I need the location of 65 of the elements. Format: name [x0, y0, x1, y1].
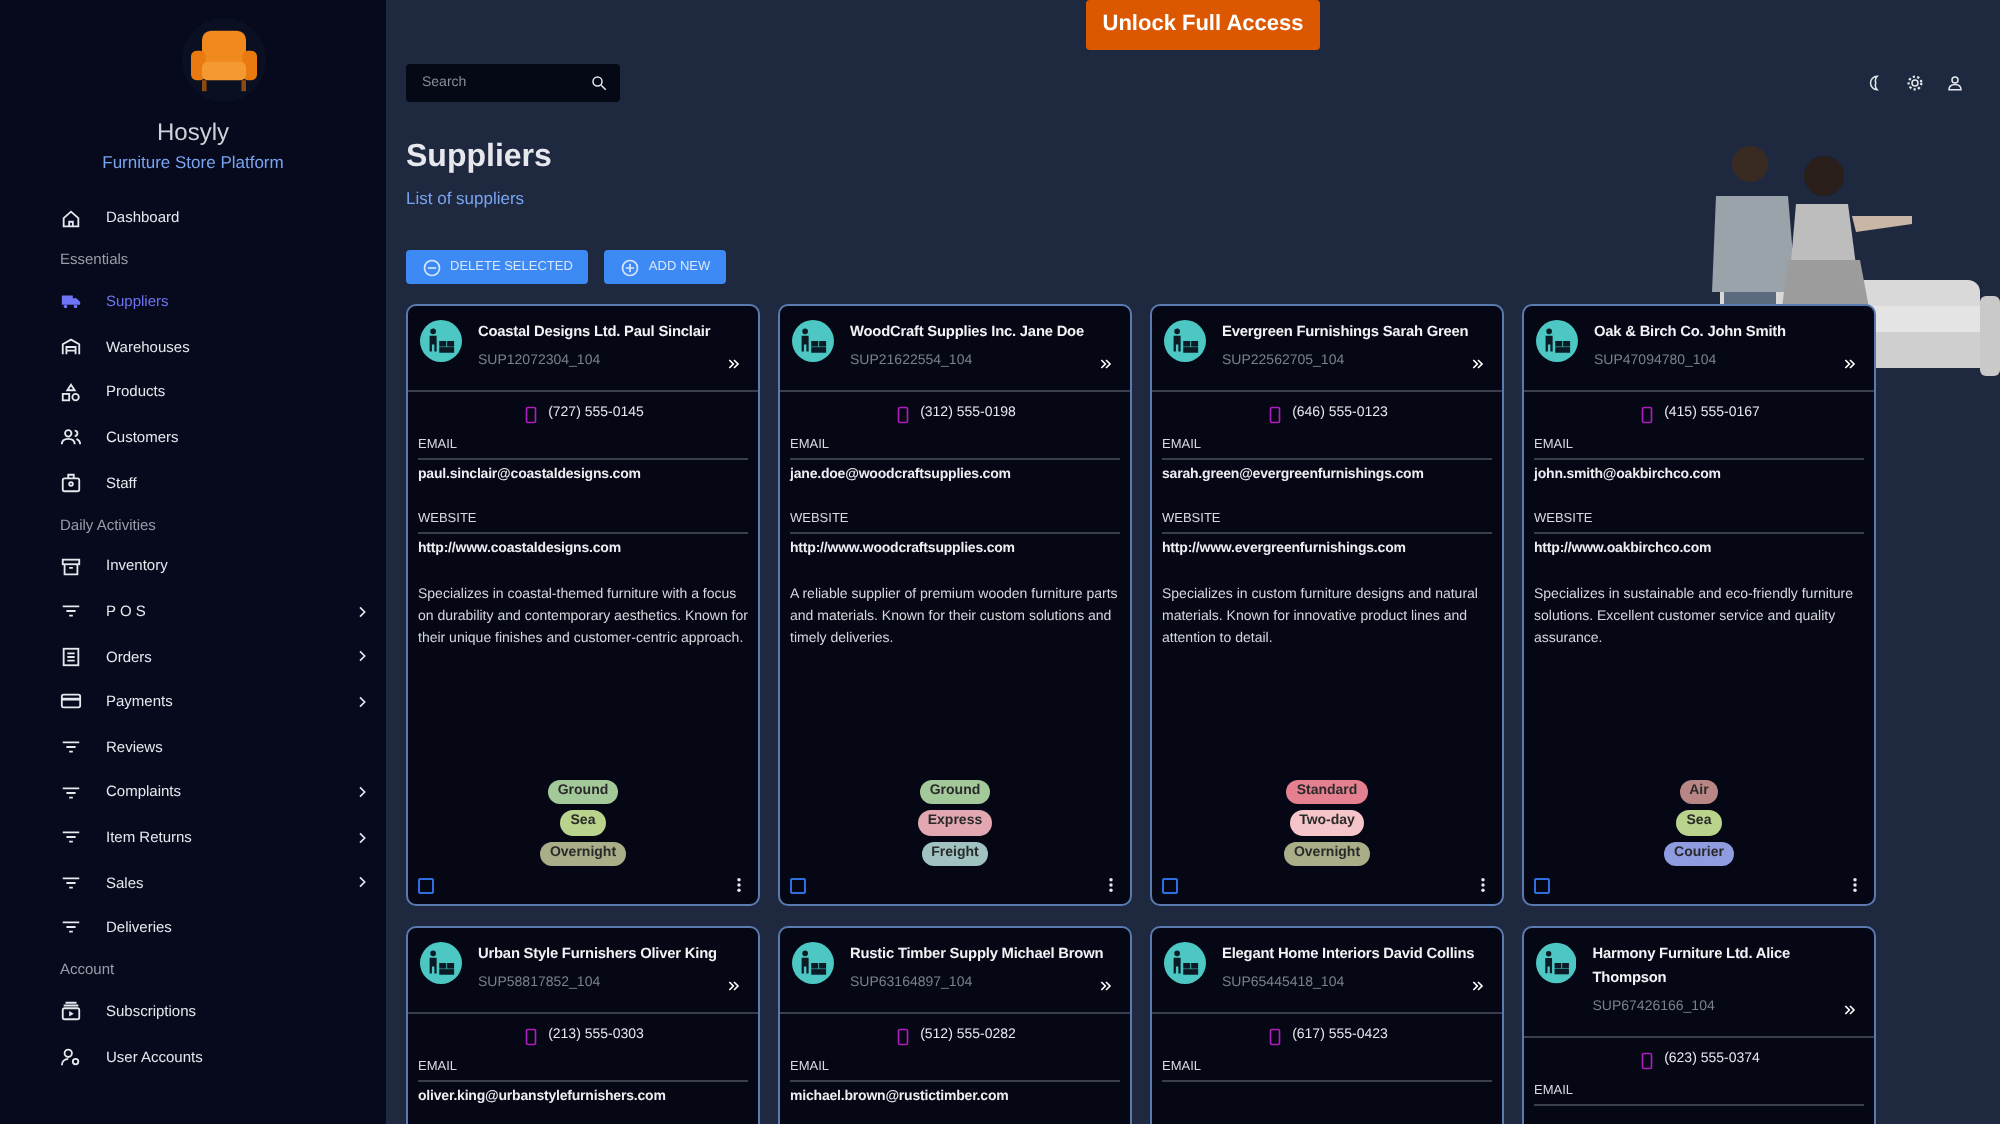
chevron-right-icon [354, 829, 370, 846]
credit-card-icon [60, 690, 82, 713]
person-with-boxes-icon [420, 942, 462, 985]
select-checkbox[interactable] [790, 877, 806, 894]
phone-icon [894, 1025, 913, 1048]
minus-circle-icon [422, 257, 442, 278]
user-icon [1946, 73, 1964, 91]
select-checkbox[interactable] [1162, 877, 1178, 894]
shapes-icon [60, 381, 82, 404]
chevron-right-icon [354, 784, 370, 801]
moon-icon [1866, 73, 1884, 91]
person-with-boxes-icon [792, 320, 834, 363]
chevrons-right-icon [1842, 355, 1858, 371]
open-button[interactable] [1098, 977, 1114, 993]
brand-tagline: Furniture Store Platform [100, 150, 286, 176]
person-with-boxes-icon [1536, 320, 1578, 363]
phone-icon [1266, 403, 1285, 426]
phone-icon [1266, 1025, 1285, 1048]
filter-icon [60, 916, 82, 939]
people-icon [60, 426, 82, 449]
select-checkbox[interactable] [418, 877, 434, 894]
filter-icon [60, 600, 82, 623]
person-with-boxes-icon [792, 942, 834, 985]
chevron-right-icon [354, 693, 370, 710]
open-button[interactable] [1470, 977, 1486, 993]
warehouse-icon [60, 335, 82, 358]
open-button[interactable] [1842, 1001, 1858, 1017]
chevrons-right-icon [726, 355, 742, 371]
phone-icon [894, 403, 913, 426]
phone-icon [522, 1025, 541, 1048]
armchair-logo [179, 16, 267, 104]
person-with-boxes-icon [1164, 320, 1206, 363]
chevrons-right-icon [726, 977, 742, 993]
chevrons-right-icon [1470, 355, 1486, 371]
phone-icon [522, 403, 541, 426]
chevron-right-icon [354, 603, 370, 620]
truck-icon [60, 290, 82, 313]
person-with-boxes-icon [1164, 942, 1206, 985]
unlock-button[interactable]: Unlock Full Access [1086, 0, 1320, 49]
plus-circle-icon [620, 257, 641, 278]
select-checkbox[interactable] [1534, 877, 1550, 894]
open-button[interactable] [1470, 355, 1486, 371]
open-button[interactable] [726, 977, 742, 993]
phone-icon [1638, 403, 1657, 426]
open-button[interactable] [1098, 355, 1114, 371]
chevrons-right-icon [1470, 977, 1486, 993]
chevrons-right-icon [1098, 355, 1114, 371]
chevrons-right-icon [1842, 1001, 1858, 1017]
person-with-boxes-icon [420, 320, 462, 363]
brand-name: Hosyly [154, 116, 231, 150]
chevrons-right-icon [1098, 977, 1114, 993]
chevron-right-icon [354, 874, 370, 891]
filter-icon [60, 826, 82, 849]
phone-icon [1638, 1049, 1657, 1072]
play-box-icon [60, 1000, 82, 1023]
home-icon [60, 207, 82, 230]
page-title: Suppliers [406, 137, 554, 177]
person-with-boxes-icon [1536, 942, 1577, 985]
chevron-right-icon [354, 648, 370, 665]
open-button[interactable] [726, 355, 742, 371]
search-icon [590, 73, 608, 91]
open-button[interactable] [1842, 355, 1858, 371]
page-subtitle: List of suppliers [406, 185, 527, 211]
archive-icon [60, 555, 82, 578]
document-icon [60, 645, 82, 668]
